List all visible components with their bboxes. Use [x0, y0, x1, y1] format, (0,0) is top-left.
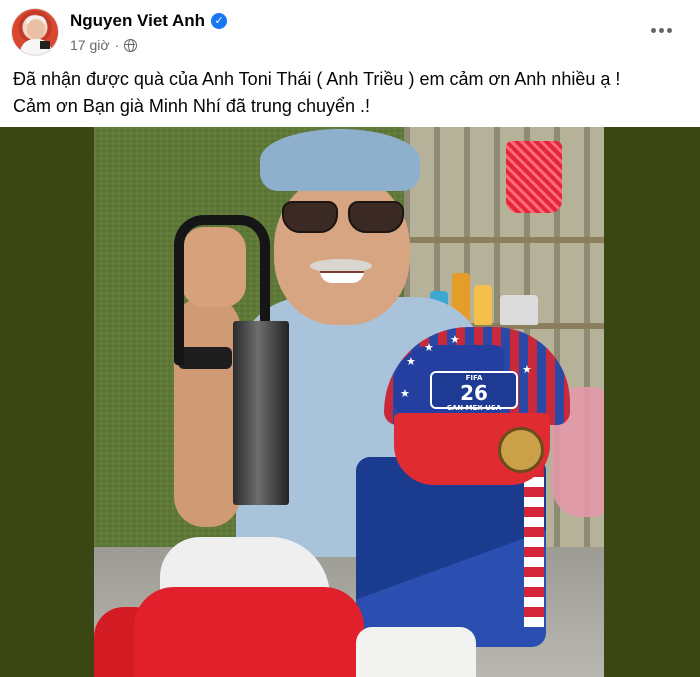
photo-red-basket [506, 141, 562, 213]
more-dot-icon [658, 27, 664, 33]
photo-smile [320, 271, 364, 283]
sunglasses-lens [282, 201, 338, 233]
photo-jersey-stripe [524, 467, 544, 627]
avatar-tag [40, 41, 50, 49]
post-meta: 17 giờ · [70, 37, 138, 53]
facebook-post: Nguyen Viet Anh ✓ 17 giờ · Đã nhận được … [0, 0, 700, 677]
photo-shelf-bar [404, 237, 604, 243]
star-icon: ★ [406, 356, 416, 368]
star-icon: ★ [522, 364, 532, 376]
photo-jar [500, 295, 538, 325]
verified-badge-icon: ✓ [211, 13, 228, 29]
post-time[interactable]: 17 giờ [70, 37, 110, 53]
star-icon: ★ [400, 388, 410, 400]
meta-separator: · [114, 37, 120, 53]
caption-line-2: Cảm ơn Bạn già Minh Nhí đã trung chuyển … [13, 96, 370, 116]
photo-black-pouch [233, 321, 289, 505]
cap-logo: FIFA 26 CAN MEX USA [430, 371, 518, 412]
globe-icon[interactable] [124, 38, 138, 52]
avatar-face [27, 19, 45, 39]
photo-jersey [356, 457, 546, 647]
cap-host-text: CAN MEX USA [446, 404, 502, 412]
star-icon: ★ [450, 334, 460, 346]
post-caption: Đã nhận được quà của Anh Toni Thái ( Anh… [13, 66, 683, 120]
photo-blue-cap [260, 129, 420, 191]
cap-number: 26 [460, 381, 488, 405]
author-avatar[interactable] [11, 8, 59, 56]
sunglasses-lens [348, 201, 404, 233]
photo-container[interactable]: ★ ★ ★ ★ ★ FIFA 26 CAN MEX USA [0, 127, 700, 677]
more-dot-icon [650, 27, 656, 33]
author-name[interactable]: Nguyen Viet Anh [70, 11, 205, 31]
photo-cap-badge [498, 427, 544, 473]
caption-line-1: Đã nhận được quà của Anh Toni Thái ( Anh… [13, 69, 621, 89]
photo-man-head [274, 175, 410, 325]
star-icon: ★ [424, 342, 434, 354]
post-author: Nguyen Viet Anh ✓ [70, 11, 228, 31]
post-photo[interactable]: ★ ★ ★ ★ ★ FIFA 26 CAN MEX USA [94, 127, 604, 677]
photo-printed-bag [356, 627, 476, 677]
photo-red-bag [134, 587, 364, 677]
photo-bottle [474, 285, 492, 325]
more-options-button[interactable] [643, 18, 679, 42]
more-dot-icon [666, 27, 672, 33]
photo-sunglasses [280, 201, 408, 235]
